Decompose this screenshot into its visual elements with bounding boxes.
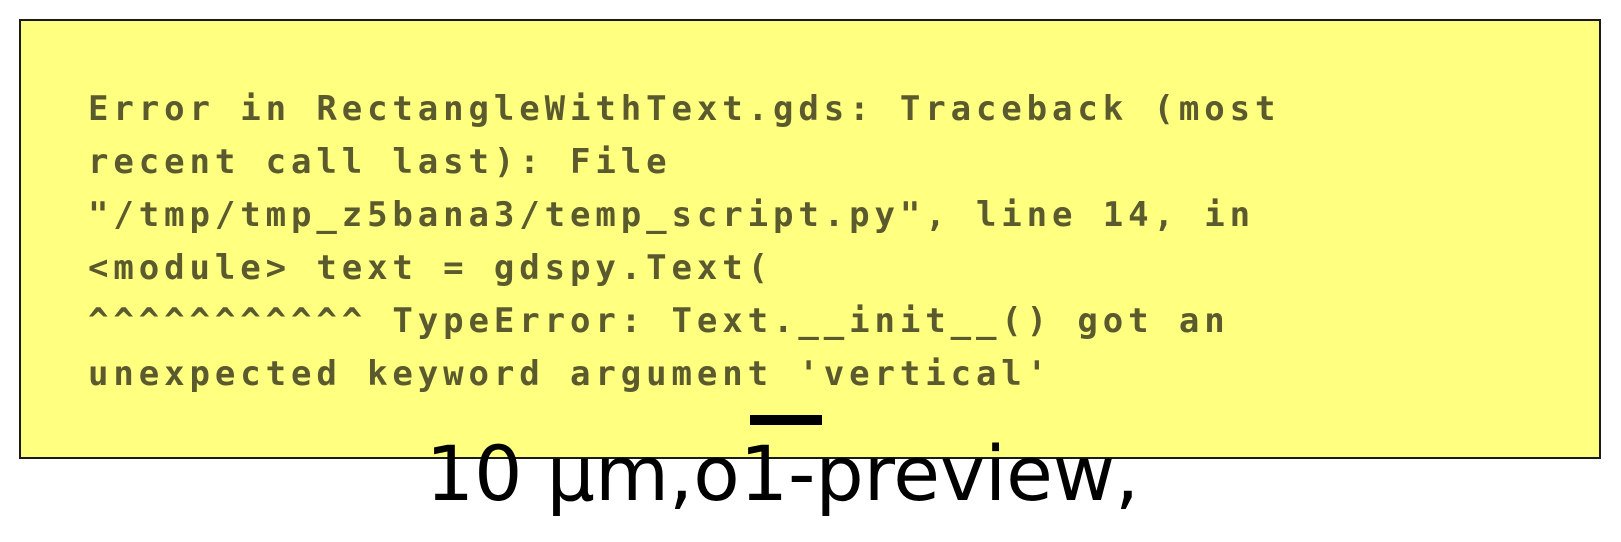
- caption-text: 10 µm,o1-preview,: [425, 429, 1140, 518]
- error-message: Error in RectangleWithText.gds: Tracebac…: [88, 89, 1281, 394]
- error-panel: Error in RectangleWithText.gds: Tracebac…: [19, 19, 1601, 459]
- caption: 10 µm,o1-preview,: [0, 424, 1621, 524]
